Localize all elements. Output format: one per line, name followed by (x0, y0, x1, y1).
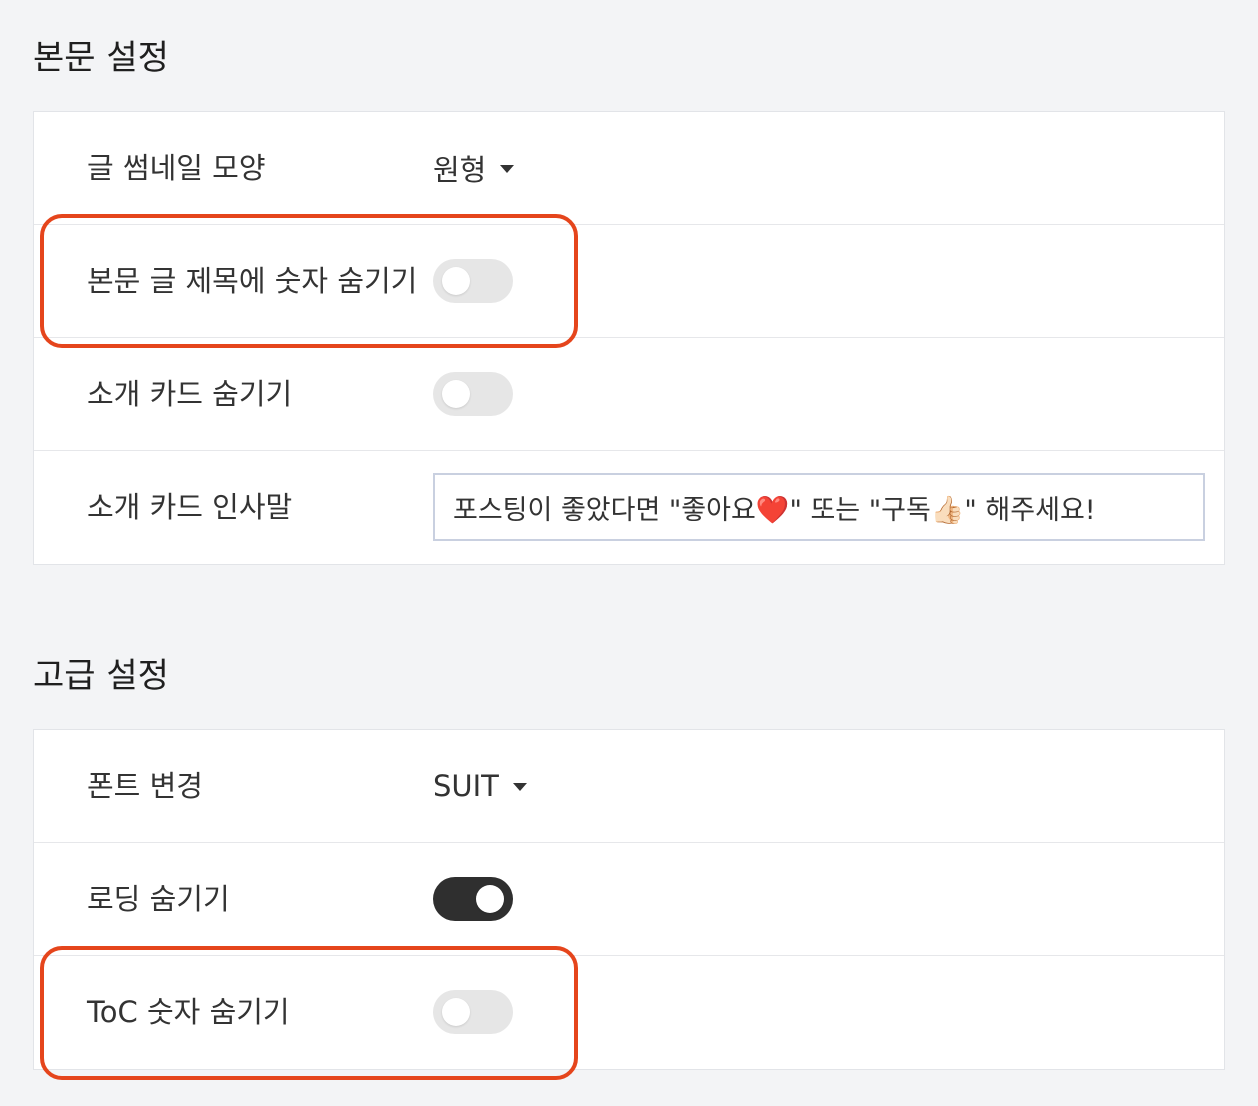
hide-intro-card-toggle[interactable] (433, 372, 513, 416)
toggle-knob (476, 885, 504, 913)
thumbnail-shape-label: 글 썸네일 모양 (87, 151, 266, 185)
hide-toc-numbers-row: ToC 숫자 숨기기 (34, 956, 1224, 1069)
font-dropdown[interactable]: SUIT (433, 769, 527, 803)
intro-greeting-row: 소개 카드 인사말 (34, 451, 1224, 564)
intro-greeting-input[interactable] (433, 473, 1205, 541)
toggle-knob (442, 267, 470, 295)
font-row: 폰트 변경 SUIT (34, 730, 1224, 843)
hide-toc-numbers-toggle[interactable] (433, 990, 513, 1034)
caret-down-icon (500, 165, 515, 173)
body-settings-card: 글 썸네일 모양 원형 본문 글 제목에 숫자 숨기기 소개 카드 숨기기 소개… (33, 111, 1225, 565)
toggle-knob (442, 998, 470, 1026)
hide-title-numbers-row: 본문 글 제목에 숫자 숨기기 (34, 225, 1224, 338)
hide-title-numbers-label: 본문 글 제목에 숫자 숨기기 (87, 264, 418, 298)
font-value: SUIT (433, 769, 499, 803)
thumbnail-shape-dropdown[interactable]: 원형 (433, 147, 515, 189)
hide-toc-numbers-label: ToC 숫자 숨기기 (87, 995, 290, 1029)
hide-loading-label: 로딩 숨기기 (87, 882, 230, 916)
hide-loading-toggle[interactable] (433, 877, 513, 921)
thumbnail-shape-value: 원형 (433, 153, 487, 187)
hide-intro-card-label: 소개 카드 숨기기 (87, 377, 293, 411)
section-title-body-settings: 본문 설정 (33, 38, 169, 78)
section-title-advanced-settings: 고급 설정 (33, 656, 169, 696)
caret-down-icon (512, 783, 527, 791)
intro-greeting-label: 소개 카드 인사말 (87, 490, 293, 524)
thumbnail-shape-row: 글 썸네일 모양 원형 (34, 112, 1224, 225)
toggle-knob (442, 380, 470, 408)
hide-title-numbers-toggle[interactable] (433, 259, 513, 303)
hide-loading-row: 로딩 숨기기 (34, 843, 1224, 956)
hide-intro-card-row: 소개 카드 숨기기 (34, 338, 1224, 451)
font-label: 폰트 변경 (87, 769, 203, 803)
advanced-settings-card: 폰트 변경 SUIT 로딩 숨기기 ToC 숫자 숨기기 (33, 729, 1225, 1070)
